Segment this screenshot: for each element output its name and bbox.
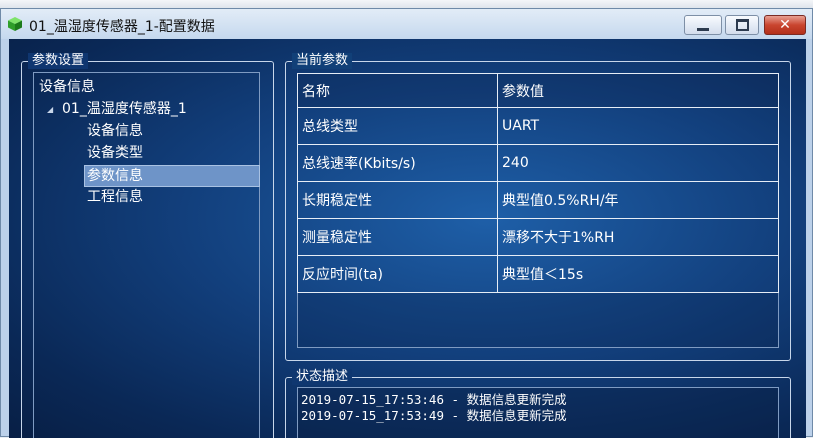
params-group-title: 参数设置 — [28, 53, 89, 69]
param-value[interactable]: UART — [497, 107, 779, 145]
current-group-title: 当前参数 — [292, 53, 353, 69]
log-line: 2019-07-15_17:53:49 - 数据信息更新完成 — [301, 408, 567, 423]
maximize-icon — [735, 19, 749, 31]
tree-root[interactable]: 设备信息 — [39, 77, 95, 97]
param-value[interactable]: 漂移不大于1%RH — [497, 218, 779, 256]
window-title: 01_温湿度传感器_1-配置数据 — [29, 19, 215, 35]
close-button[interactable]: ✕ — [764, 15, 806, 35]
table-row[interactable]: 总线速率(Kbits/s) 240 — [297, 144, 779, 182]
tree-item-project-info[interactable]: 工程信息 — [87, 187, 143, 207]
tree-expander-icon[interactable]: ◢ — [47, 105, 53, 114]
status-group-title: 状态描述 — [292, 369, 353, 385]
param-name: 总线类型 — [297, 107, 498, 145]
status-log[interactable]: 2019-07-15_17:53:46 - 数据信息更新完成 2019-07-1… — [297, 387, 779, 438]
table-empty-area — [297, 293, 779, 348]
tree-item-device-type[interactable]: 设备类型 — [87, 143, 143, 163]
client-area: 参数设置 设备信息 ◢ 01_温湿度传感器_1 设备信息 设备类型 参数信息 工… — [9, 39, 806, 438]
column-header-name[interactable]: 名称 — [297, 73, 498, 108]
table-row[interactable]: 测量稳定性 漂移不大于1%RH — [297, 218, 779, 256]
tree-device-node[interactable]: 01_温湿度传感器_1 — [62, 99, 187, 119]
params-table: 名称 参数值 总线类型 UART 总线速率(Kbits/s) 240 长期稳定性… — [297, 73, 779, 293]
log-line: 2019-07-15_17:53:46 - 数据信息更新完成 — [301, 392, 567, 407]
tree-item-param-info[interactable]: 参数信息 — [84, 165, 260, 187]
title-bar[interactable]: 01_温湿度传感器_1-配置数据 ✕ — [1, 9, 812, 39]
minimize-button[interactable] — [684, 15, 722, 35]
maximize-button[interactable] — [725, 15, 759, 35]
table-row[interactable]: 长期稳定性 典型值0.5%RH/年 — [297, 181, 779, 219]
table-row[interactable]: 反应时间(ta) 典型值＜15s — [297, 255, 779, 293]
minimize-icon — [697, 27, 709, 31]
background-strip — [0, 0, 813, 8]
param-name: 反应时间(ta) — [297, 255, 498, 293]
param-value[interactable]: 典型值0.5%RH/年 — [497, 181, 779, 219]
table-row[interactable]: 总线类型 UART — [297, 107, 779, 145]
close-icon: ✕ — [779, 17, 791, 33]
param-value[interactable]: 240 — [497, 144, 779, 182]
app-cube-icon — [8, 17, 22, 31]
column-header-value[interactable]: 参数值 — [497, 73, 779, 108]
config-window: 01_温湿度传感器_1-配置数据 ✕ 参数设置 设备信息 ◢ 01_温湿度传感器… — [0, 8, 813, 438]
device-tree[interactable] — [33, 72, 260, 438]
tree-item-device-info[interactable]: 设备信息 — [87, 121, 143, 141]
param-name: 长期稳定性 — [297, 181, 498, 219]
param-name: 总线速率(Kbits/s) — [297, 144, 498, 182]
param-value[interactable]: 典型值＜15s — [497, 255, 779, 293]
param-name: 测量稳定性 — [297, 218, 498, 256]
table-header-row: 名称 参数值 — [297, 73, 779, 108]
